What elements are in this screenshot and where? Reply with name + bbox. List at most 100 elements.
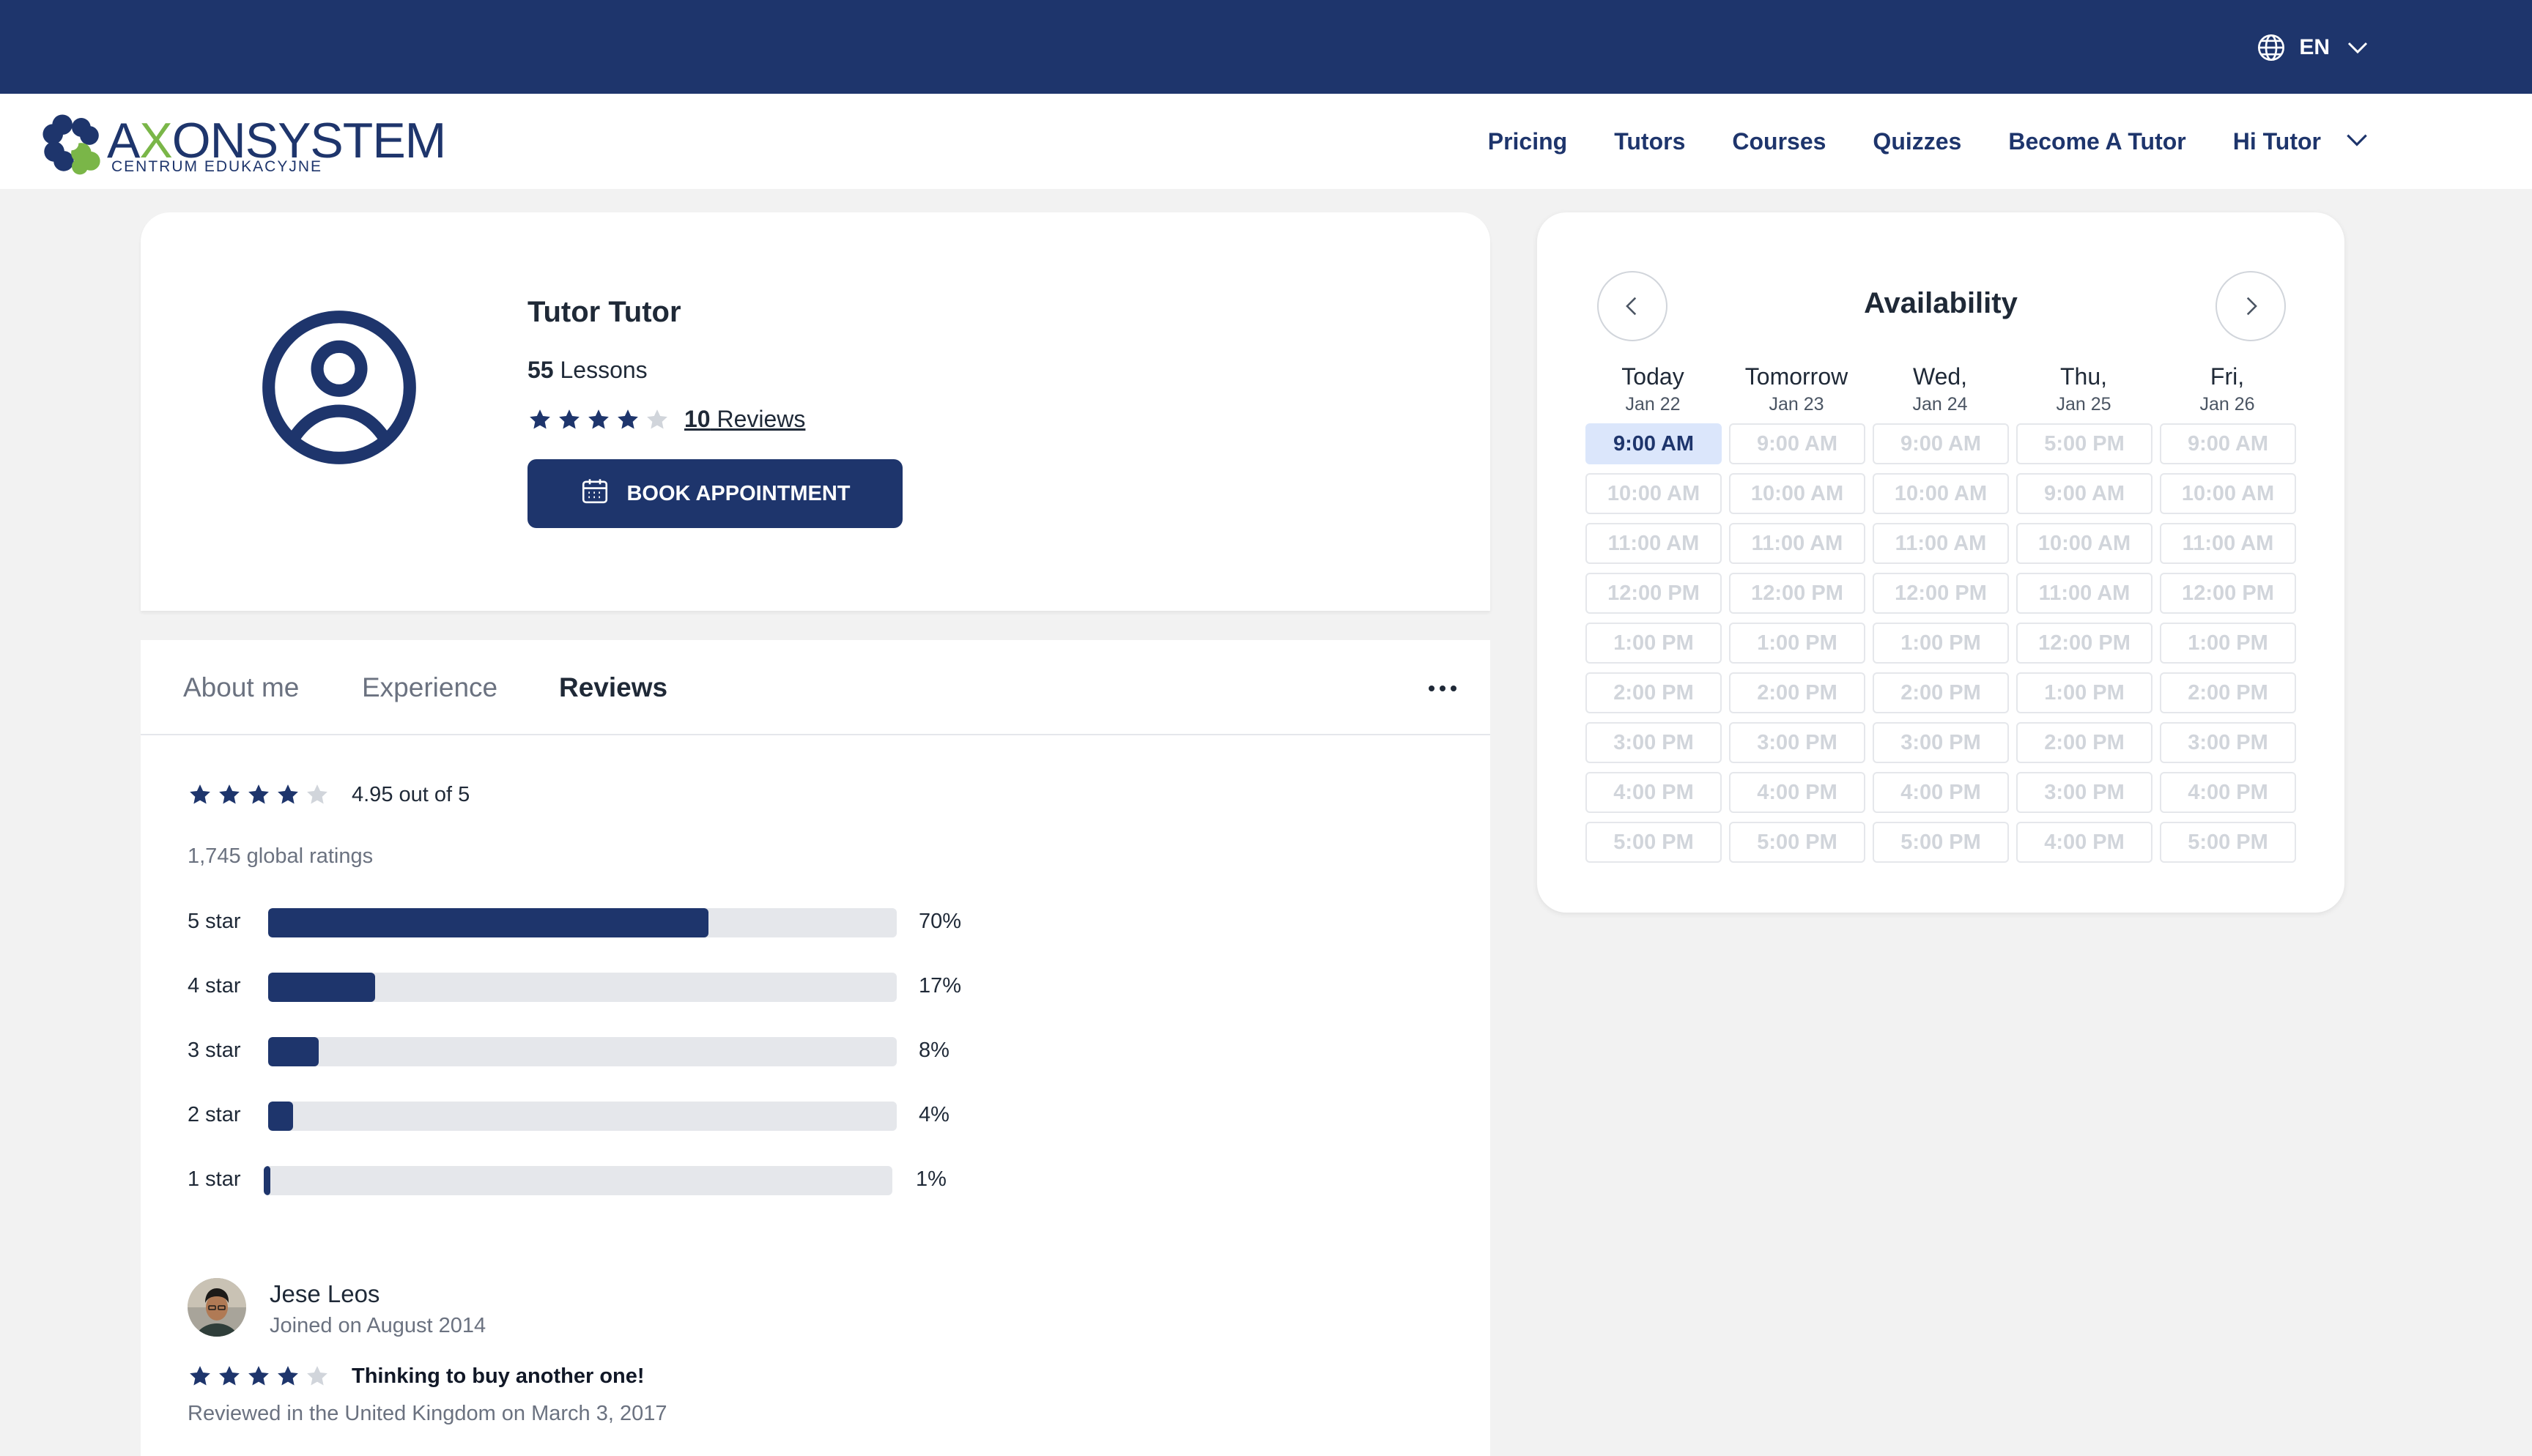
book-appointment-button[interactable]: BOOK APPOINTMENT	[528, 459, 903, 528]
time-slot[interactable]: 12:00 PM	[2016, 623, 2152, 664]
histogram-percent: 70%	[919, 910, 962, 933]
time-slot[interactable]: 9:00 AM	[1873, 423, 2009, 464]
user-menu[interactable]: Hi Tutor	[2233, 126, 2371, 157]
time-slot[interactable]: 11:00 AM	[1873, 523, 2009, 564]
nav-link-quizzes[interactable]: Quizzes	[1873, 128, 1961, 155]
time-slot[interactable]: 4:00 PM	[1585, 772, 1722, 813]
histogram-percent: 8%	[919, 1039, 949, 1062]
time-slot[interactable]: 9:00 AM	[1585, 423, 1722, 464]
time-slot[interactable]: 5:00 PM	[1729, 822, 1865, 863]
time-slot[interactable]: 2:00 PM	[2016, 722, 2152, 763]
globe-icon	[2257, 33, 2286, 62]
star-icon	[530, 409, 550, 428]
reviewer-avatar	[188, 1278, 246, 1337]
star-icon	[248, 784, 269, 804]
day-name: Today	[1621, 363, 1684, 390]
chevron-down-icon	[2344, 34, 2371, 61]
rating-histogram-row[interactable]: 5 star 70%	[188, 905, 993, 937]
chevron-down-icon	[2343, 126, 2371, 157]
histogram-percent: 4%	[919, 1103, 949, 1126]
reviewer-name: Jese Leos	[270, 1280, 380, 1307]
time-slot[interactable]: 10:00 AM	[1729, 473, 1865, 514]
time-slot[interactable]: 12:00 PM	[1729, 573, 1865, 614]
time-slot[interactable]: 4:00 PM	[1729, 772, 1865, 813]
time-slot[interactable]: 12:00 PM	[1873, 573, 2009, 614]
star-icon	[278, 1366, 298, 1386]
time-slot[interactable]: 1:00 PM	[2016, 672, 2152, 713]
user-menu-label: Hi Tutor	[2232, 127, 2321, 155]
time-slot[interactable]: 9:00 AM	[2016, 473, 2152, 514]
time-slot[interactable]: 2:00 PM	[2160, 672, 2296, 713]
histogram-bar-track	[268, 908, 897, 937]
nav-link-tutors[interactable]: Tutors	[1614, 128, 1685, 155]
global-ratings-count: 1,745 global ratings	[188, 844, 374, 868]
star-icon	[588, 409, 609, 428]
review-meta: Reviewed in the United Kingdom on March …	[188, 1402, 667, 1425]
time-slot[interactable]: 11:00 AM	[1729, 523, 1865, 564]
time-slot[interactable]: 3:00 PM	[1873, 722, 2009, 763]
time-slot[interactable]: 3:00 PM	[1585, 722, 1722, 763]
time-slot[interactable]: 2:00 PM	[1585, 672, 1722, 713]
rating-summary: 4.95 out of 5	[352, 782, 470, 806]
time-slot[interactable]: 4:00 PM	[2160, 772, 2296, 813]
time-slot[interactable]: 1:00 PM	[2160, 623, 2296, 664]
reviews-link[interactable]: 10 Reviews	[684, 406, 805, 433]
language-label: EN	[2299, 35, 2330, 59]
tab-reviews[interactable]: Reviews	[559, 672, 667, 703]
star-icon	[219, 784, 240, 804]
tab-experience[interactable]: Experience	[362, 672, 497, 703]
time-slot[interactable]: 3:00 PM	[2160, 722, 2296, 763]
time-slot[interactable]: 9:00 AM	[2160, 423, 2296, 464]
profile-tabs: About me Experience Reviews	[141, 640, 1490, 735]
rating-histogram-row[interactable]: 3 star 8%	[188, 1034, 993, 1066]
time-slot[interactable]: 5:00 PM	[1585, 822, 1722, 863]
rating-histogram-row[interactable]: 2 star 4%	[188, 1099, 993, 1131]
time-slot[interactable]: 11:00 AM	[1585, 523, 1722, 564]
star-icon	[190, 784, 210, 804]
rating-histogram-row[interactable]: 4 star 17%	[188, 970, 993, 1002]
overall-rating: 4.95 out of 5	[188, 782, 470, 807]
chevron-right-icon[interactable]	[2216, 271, 2286, 341]
nav-link-pricing[interactable]: Pricing	[1488, 128, 1567, 155]
time-slot[interactable]: 11:00 AM	[2016, 573, 2152, 614]
nav-link-become-a-tutor[interactable]: Become A Tutor	[2008, 128, 2185, 155]
time-slot[interactable]: 10:00 AM	[1585, 473, 1722, 514]
time-slot[interactable]: 1:00 PM	[1729, 623, 1865, 664]
time-slot[interactable]: 5:00 PM	[2160, 822, 2296, 863]
time-slot[interactable]: 1:00 PM	[1585, 623, 1722, 664]
more-horizontal-icon[interactable]	[1424, 675, 1461, 702]
time-slot[interactable]: 10:00 AM	[1873, 473, 2009, 514]
time-slot[interactable]: 10:00 AM	[2016, 523, 2152, 564]
histogram-bar-fill	[264, 1166, 270, 1195]
histogram-label: 2 star	[188, 1103, 241, 1126]
star-icon	[307, 1366, 327, 1386]
day-header: Today Jan 22	[1583, 362, 1722, 416]
time-slot[interactable]: 5:00 PM	[1873, 822, 2009, 863]
time-slot[interactable]: 1:00 PM	[1873, 623, 2009, 664]
time-slot[interactable]: 2:00 PM	[1873, 672, 2009, 713]
nav-link-courses[interactable]: Courses	[1732, 128, 1826, 155]
user-circle-icon	[262, 311, 416, 464]
histogram-bar-fill	[268, 973, 375, 1002]
star-icon	[278, 784, 298, 804]
time-slot[interactable]: 4:00 PM	[1873, 772, 2009, 813]
language-selector[interactable]: EN	[2257, 29, 2371, 66]
day-header: Wed, Jan 24	[1870, 362, 2010, 416]
time-slot[interactable]: 12:00 PM	[1585, 573, 1722, 614]
day-date: Jan 25	[2056, 394, 2111, 415]
logo[interactable]: AXONSYSTEM CENTRUM EDUKACYJNE	[38, 110, 446, 176]
time-slot[interactable]: 4:00 PM	[2016, 822, 2152, 863]
tutor-rating: 10 Reviews	[528, 406, 805, 433]
time-slot[interactable]: 10:00 AM	[2160, 473, 2296, 514]
rating-histogram-row[interactable]: 1 star 1%	[188, 1163, 993, 1195]
time-slot[interactable]: 2:00 PM	[1729, 672, 1865, 713]
time-slot[interactable]: 9:00 AM	[1729, 423, 1865, 464]
time-slot[interactable]: 5:00 PM	[2016, 423, 2152, 464]
day-name: Tomorrow	[1744, 363, 1848, 390]
time-slot[interactable]: 3:00 PM	[1729, 722, 1865, 763]
tab-about-me[interactable]: About me	[183, 672, 299, 703]
time-slot[interactable]: 11:00 AM	[2160, 523, 2296, 564]
time-slot[interactable]: 12:00 PM	[2160, 573, 2296, 614]
time-slot[interactable]: 3:00 PM	[2016, 772, 2152, 813]
star-icon	[219, 1366, 240, 1386]
